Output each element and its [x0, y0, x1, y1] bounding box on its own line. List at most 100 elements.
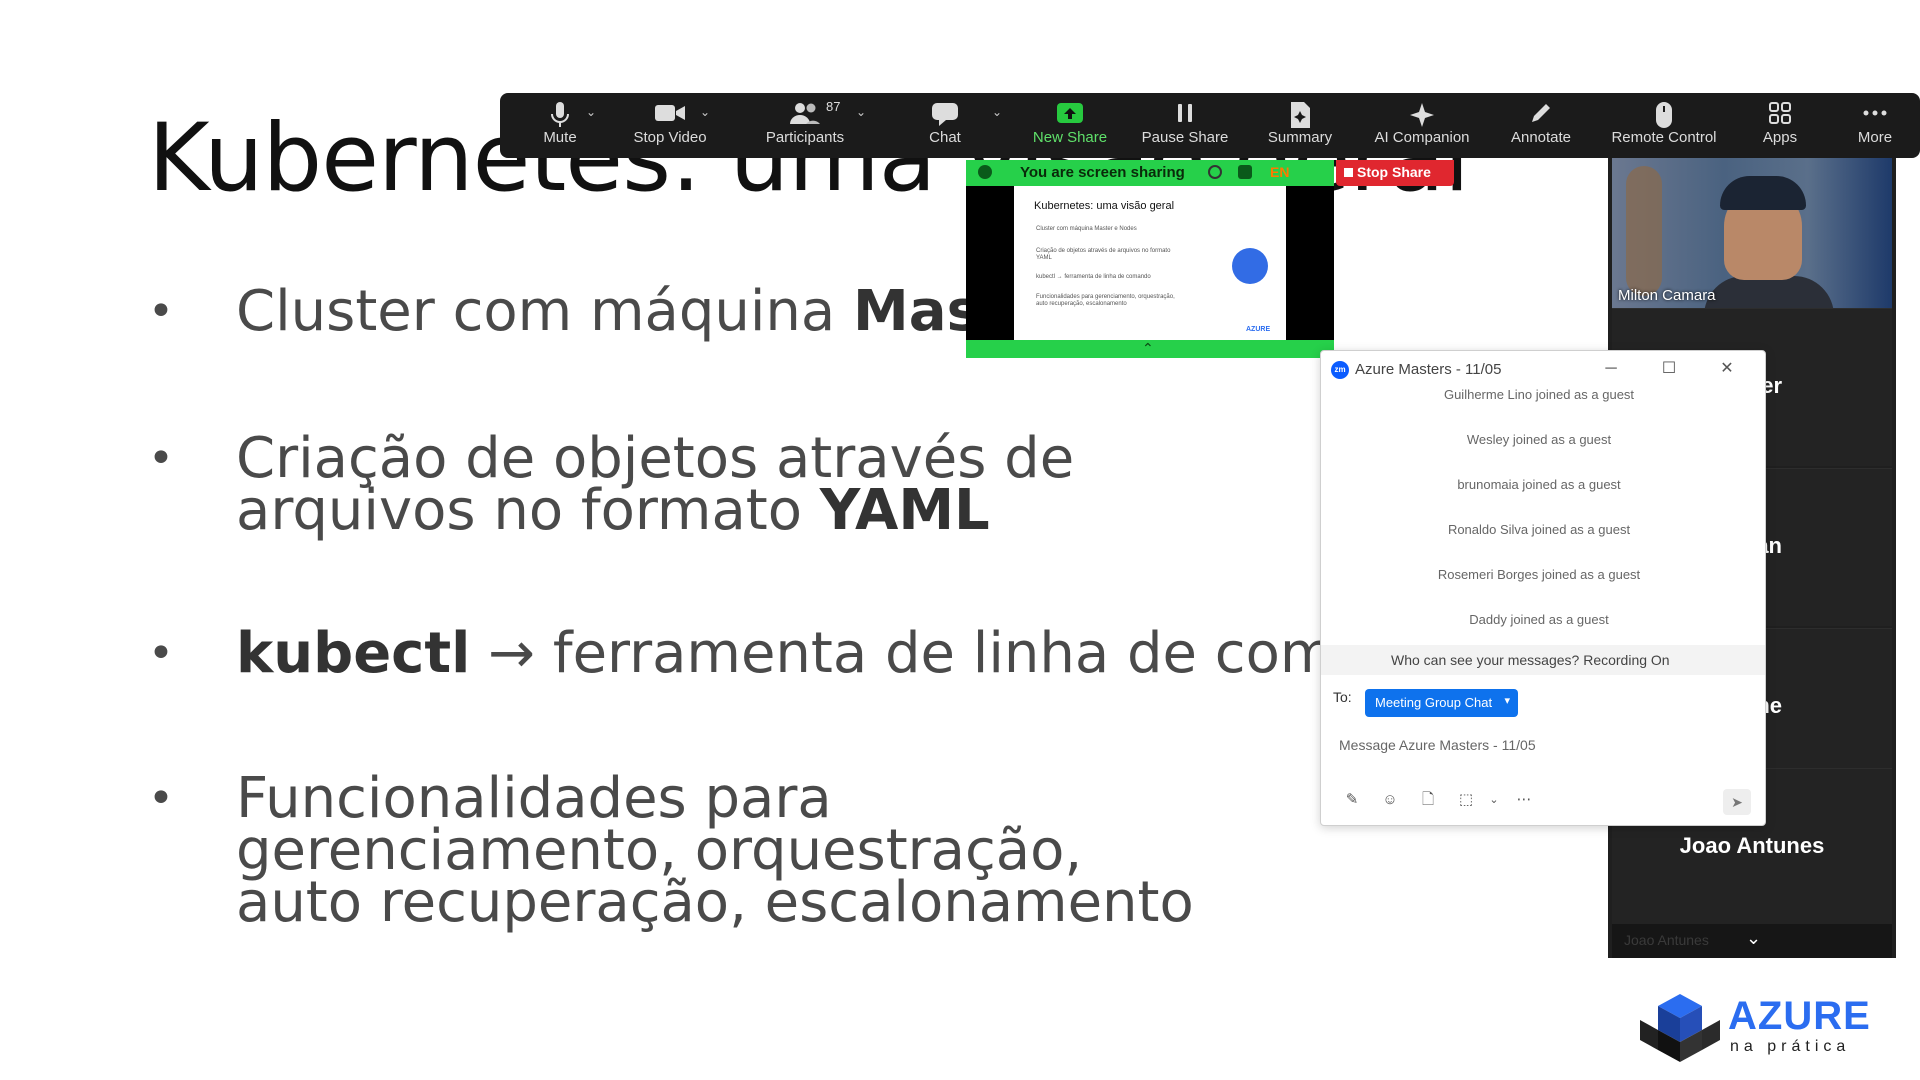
system-message: Wesley joined as a guest: [1466, 432, 1612, 447]
guitar-background: [1626, 166, 1662, 296]
status-circle-icon: [1208, 165, 1222, 179]
participants-options-chevron-icon[interactable]: ⌄: [856, 105, 866, 119]
kubernetes-logo-icon: [1232, 248, 1268, 284]
pause-share-label: Pause Share: [1141, 129, 1229, 146]
chat-window: zm Azure Masters - 11/05 ─ ☐ ✕ Guilherme…: [1320, 350, 1766, 826]
chat-scrollbar[interactable]: [1755, 391, 1763, 671]
summary-button[interactable]: Summary: [1250, 93, 1350, 158]
more-dots-icon[interactable]: ⋯: [1513, 789, 1535, 811]
shield-icon: [1238, 165, 1252, 179]
chat-title: Azure Masters - 11/05: [1355, 361, 1502, 378]
file-icon[interactable]: 🗋: [1417, 789, 1439, 811]
remote-control-label: Remote Control: [1611, 129, 1717, 146]
preview-slide: Kubernetes: uma visão geral Cluster com …: [1014, 186, 1286, 340]
azure-na-pratica-logo: AZURE na prática: [1640, 992, 1880, 1062]
ai-companion-button[interactable]: AI Companion: [1362, 93, 1482, 158]
summary-label: Summary: [1267, 129, 1333, 146]
zoom-logo-icon: zm: [1331, 361, 1349, 379]
stop-square-icon: [1344, 168, 1353, 177]
recording-notice[interactable]: Who can see your messages? Recording On: [1321, 645, 1765, 675]
apps-button[interactable]: Apps: [1750, 93, 1810, 158]
chevron-down-icon: ▾: [1504, 695, 1511, 707]
stop-share-button[interactable]: Stop Share: [1336, 160, 1454, 186]
participants-icon: [750, 93, 860, 129]
preview-bullet: Funcionalidades para gerenciamento, orqu…: [1036, 294, 1175, 307]
bullet-text: Cluster com máquina: [236, 279, 854, 344]
more-dots-icon: [1840, 93, 1910, 129]
chat-messages[interactable]: Guilherme Lino joined as a guest Wesley …: [1321, 387, 1757, 673]
system-message: brunomaia joined as a guest: [1457, 477, 1621, 492]
more-button[interactable]: More: [1840, 93, 1910, 158]
screen-sharing-text: You are screen sharing: [1020, 164, 1185, 181]
summary-document-icon: [1250, 93, 1350, 129]
participant-name: Joao Antunes: [1679, 833, 1825, 858]
system-message: Daddy joined as a guest: [1469, 612, 1609, 627]
active-speaker-label: Joao Antunes: [1624, 932, 1709, 948]
bullet-bold: kubectl: [236, 621, 471, 686]
meeting-toolbar: Mute ⌄ Stop Video ⌄ Participants 87 ⌄ Ch…: [500, 93, 1920, 158]
participants-button[interactable]: Participants: [750, 93, 860, 158]
apps-grid-icon: [1750, 93, 1810, 129]
pencil-icon: [1496, 93, 1586, 129]
remote-control-button[interactable]: Remote Control: [1594, 93, 1734, 158]
annotate-button[interactable]: Annotate: [1496, 93, 1586, 158]
close-icon[interactable]: ✕: [1715, 357, 1739, 381]
bullet-dot: •: [148, 433, 174, 484]
phone-icon[interactable]: [978, 165, 992, 179]
pause-icon: [1130, 93, 1240, 129]
minimize-icon[interactable]: ─: [1599, 357, 1623, 381]
chat-label: Chat: [929, 129, 961, 146]
stop-video-label: Stop Video: [633, 129, 707, 146]
collapse-chevron-up-icon[interactable]: ⌃: [1142, 340, 1154, 357]
system-message: Rosemeri Borges joined as a guest: [1437, 567, 1641, 582]
stop-share-label: Stop Share: [1357, 164, 1431, 180]
preview-logo: AZURE: [1246, 326, 1271, 333]
participants-label: Participants: [765, 129, 845, 146]
message-input[interactable]: [1339, 733, 1739, 757]
bullet-dot: •: [148, 773, 174, 824]
new-share-label: New Share: [1032, 129, 1108, 146]
preview-title: Kubernetes: uma visão geral: [1034, 200, 1175, 212]
share-arrow-icon: [1025, 93, 1115, 129]
bullet-dot: •: [148, 286, 174, 337]
mute-button[interactable]: Mute: [520, 93, 600, 158]
logo-wordmark: AZURE: [1728, 994, 1871, 1038]
system-message: Guilherme Lino joined as a guest: [1443, 387, 1635, 402]
stop-video-button[interactable]: Stop Video: [620, 93, 720, 158]
to-label: To:: [1333, 689, 1352, 705]
screenshot-options-chevron-icon[interactable]: ⌄: [1483, 789, 1505, 811]
screenshot-icon[interactable]: ⬚: [1455, 789, 1477, 811]
logo-subtitle: na prática: [1730, 1038, 1851, 1055]
preview-bullet: Cluster com máquina Master e Nodes: [1036, 226, 1137, 232]
participant-video-tile[interactable]: Milton Camara: [1612, 158, 1892, 308]
chat-bubble-icon: [900, 93, 990, 129]
video-options-chevron-icon[interactable]: ⌄: [700, 105, 710, 119]
system-message: Ronaldo Silva joined as a guest: [1447, 522, 1631, 537]
language-badge[interactable]: EN: [1270, 164, 1289, 180]
chevron-down-icon[interactable]: ⌄: [1746, 928, 1761, 949]
participants-count: 87: [826, 99, 841, 114]
annotate-label: Annotate: [1510, 129, 1572, 146]
chat-toolbar: ✎ ☺ 🗋 ⬚ ⌄ ⋯: [1341, 789, 1761, 813]
pause-share-button[interactable]: Pause Share: [1130, 93, 1240, 158]
format-text-icon[interactable]: ✎: [1341, 789, 1363, 811]
send-icon[interactable]: ➤: [1723, 789, 1751, 815]
more-label: More: [1857, 129, 1893, 146]
recipient-dropdown[interactable]: Meeting Group Chat ▾: [1365, 689, 1519, 717]
chat-button[interactable]: Chat: [900, 93, 990, 158]
mute-options-chevron-icon[interactable]: ⌄: [586, 105, 596, 119]
screen-sharing-banner: You are screen sharing EN: [966, 160, 1334, 186]
emoji-icon[interactable]: ☺: [1379, 789, 1401, 811]
recording-notice-text: Who can see your messages? Recording On: [1391, 652, 1670, 668]
new-share-button[interactable]: New Share: [1025, 93, 1115, 158]
recipient-value: Meeting Group Chat: [1375, 695, 1493, 710]
chat-titlebar[interactable]: zm Azure Masters - 11/05 ─ ☐ ✕: [1321, 351, 1765, 387]
ai-companion-label: AI Companion: [1374, 129, 1470, 146]
bullet-bold: YAML: [819, 478, 990, 543]
mute-label: Mute: [543, 129, 577, 146]
chat-options-chevron-icon[interactable]: ⌄: [992, 105, 1002, 119]
share-preview-thumbnail[interactable]: Kubernetes: uma visão geral Cluster com …: [966, 186, 1334, 358]
maximize-icon[interactable]: ☐: [1657, 357, 1681, 381]
participant-name: Milton Camara: [1618, 287, 1716, 304]
bullet-dot: •: [148, 628, 174, 679]
